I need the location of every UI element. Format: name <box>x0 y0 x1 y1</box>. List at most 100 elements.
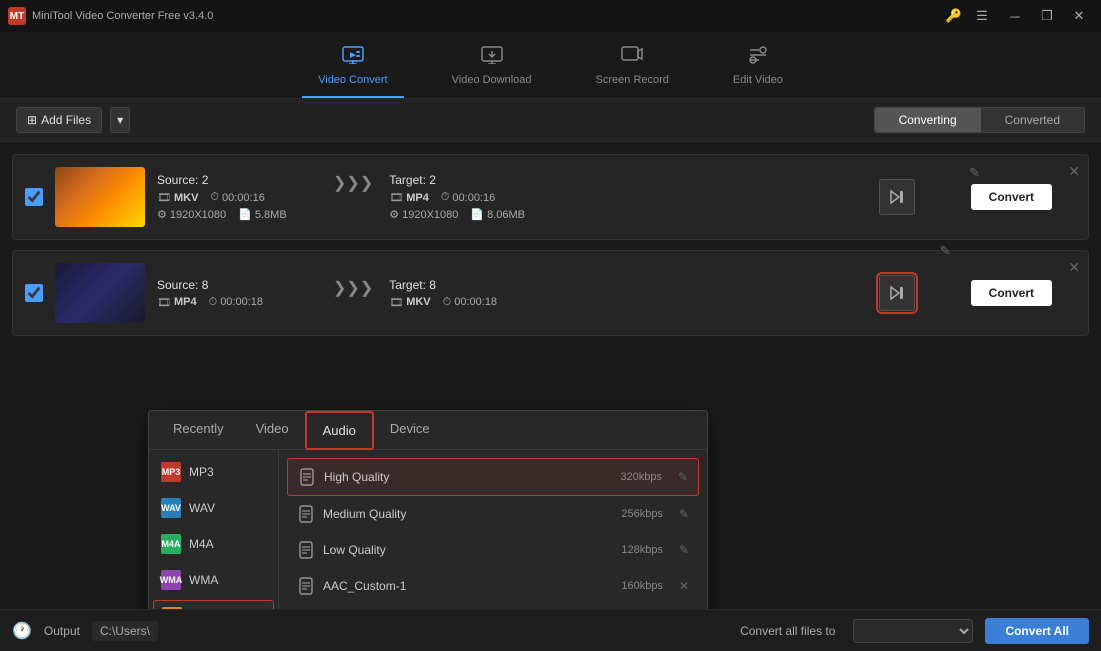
file-card-1: ✕ Source: 2 🎞 MKV ⏱ 00:00:16 <box>12 154 1089 240</box>
tab-converted[interactable]: Converted <box>981 108 1084 132</box>
screen-record-icon <box>621 46 643 70</box>
file-info-1: Source: 2 🎞 MKV ⏱ 00:00:16 <box>157 173 1076 221</box>
dropdown-tab-audio[interactable]: Audio <box>305 411 374 450</box>
target-size-1: 📄 8.06MB <box>470 208 525 221</box>
source-meta-2: 🎞 MP4 ⏱ 00:00:18 <box>157 296 317 309</box>
format-item-aac[interactable]: AAC AAC <box>153 600 274 609</box>
source-format-1: 🎞 MKV <box>157 191 198 204</box>
file-card-2: ✕ Source: 8 🎞 MP4 ⏱ 00:00:18 <box>12 250 1089 336</box>
dropdown-tab-device[interactable]: Device <box>374 411 446 450</box>
settings-icon[interactable]: 🔑 <box>943 5 965 27</box>
file-card-2-checkbox[interactable] <box>25 284 43 302</box>
add-files-label: Add Files <box>41 113 91 127</box>
dropdown-tab-recently[interactable]: Recently <box>157 411 240 450</box>
target-edit-icon-1[interactable]: ✎ <box>969 165 980 181</box>
add-icon: ⊞ <box>27 113 37 127</box>
source-meta-1b: ⚙ 1920X1080 📄 5.8MB <box>157 208 317 221</box>
clock-output-icon[interactable]: 🕐 <box>12 621 32 641</box>
quality-delete-custom1[interactable]: ✕ <box>679 579 689 593</box>
nav-item-screen-record[interactable]: Screen Record <box>580 40 685 98</box>
wma-icon: WMA <box>161 570 181 590</box>
target-edit-icon-2[interactable]: ✎ <box>940 243 951 259</box>
quality-item-custom1[interactable]: AAC_Custom-1 160kbps ✕ <box>287 568 699 604</box>
nav-item-video-download[interactable]: Video Download <box>436 40 548 98</box>
format-dropdown: Recently Video Audio Device MP3 MP3 WAV … <box>148 410 708 609</box>
convert-all-button[interactable]: Convert All <box>985 618 1089 644</box>
quality-edit-high[interactable]: ✎ <box>678 470 688 484</box>
aac-icon: AAC <box>162 607 182 609</box>
clock-icon-2: ⏱ <box>209 296 218 309</box>
quality-name-low: Low Quality <box>323 543 613 557</box>
film-icon-2: 🎞 <box>157 296 171 309</box>
target-format-1: 🎞 MP4 <box>389 191 429 204</box>
convert-all-select[interactable] <box>853 619 973 643</box>
target-preview-btn-2[interactable] <box>879 275 915 311</box>
nav-item-edit-video[interactable]: Edit Video <box>717 40 799 98</box>
quality-item-medium[interactable]: Medium Quality 256kbps ✎ <box>287 496 699 532</box>
tab-group: Converting Converted <box>874 107 1085 133</box>
file-card-2-close[interactable]: ✕ <box>1068 259 1080 276</box>
add-files-button[interactable]: ⊞ Add Files <box>16 107 102 133</box>
target-label-2: Target: 8 <box>389 278 549 292</box>
quality-edit-low[interactable]: ✎ <box>679 543 689 557</box>
target-duration-2: ⏱ 00:00:18 <box>443 296 497 309</box>
quality-name-medium: Medium Quality <box>323 507 613 521</box>
convert-button-2[interactable]: Convert <box>971 280 1052 306</box>
title-bar: MT MiniTool Video Converter Free v3.4.0 … <box>0 0 1101 32</box>
quality-bitrate-medium: 256kbps <box>621 508 663 520</box>
m4a-icon: M4A <box>161 534 181 554</box>
wma-label: WMA <box>189 573 218 587</box>
format-item-wav[interactable]: WAV WAV <box>149 490 278 526</box>
source-duration-2: ⏱ 00:00:18 <box>209 296 263 309</box>
quality-file-icon-high <box>298 467 316 487</box>
target-meta-1: 🎞 MP4 ⏱ 00:00:16 <box>389 191 549 204</box>
quality-list: High Quality 320kbps ✎ Medium Quality 25… <box>279 450 707 609</box>
target-preview-btn-1[interactable] <box>879 179 915 215</box>
file-card-1-close[interactable]: ✕ <box>1068 163 1080 180</box>
source-block-1: Source: 2 🎞 MKV ⏱ 00:00:16 <box>157 173 317 221</box>
convert-button-1[interactable]: Convert <box>971 184 1052 210</box>
nav-label-video-download: Video Download <box>452 74 532 86</box>
file-actions-1: ✎ <box>879 179 915 215</box>
quality-item-low[interactable]: Low Quality 128kbps ✎ <box>287 532 699 568</box>
arrow-2: ❯❯❯ <box>325 278 381 298</box>
film-icon-1: 🎞 <box>157 191 171 204</box>
nav-bar: Video Convert Video Download Screen Reco… <box>0 32 1101 99</box>
format-item-m4a[interactable]: M4A M4A <box>149 526 278 562</box>
tab-converting[interactable]: Converting <box>875 108 981 132</box>
quality-name-custom1: AAC_Custom-1 <box>323 579 613 593</box>
wav-icon: WAV <box>161 498 181 518</box>
source-label-1: Source: 2 <box>157 173 317 187</box>
minimize-button[interactable]: ─ <box>1001 5 1029 27</box>
file-actions-2: ✎ <box>879 275 915 311</box>
close-button[interactable]: ✕ <box>1065 5 1093 27</box>
format-item-mp3[interactable]: MP3 MP3 <box>149 454 278 490</box>
target-meta-2: 🎞 MKV ⏱ 00:00:18 <box>389 296 549 309</box>
nav-item-video-convert[interactable]: Video Convert <box>302 40 404 98</box>
nav-label-video-convert: Video Convert <box>318 74 388 86</box>
quality-item-high[interactable]: High Quality 320kbps ✎ <box>287 458 699 496</box>
output-label: Output <box>44 624 80 638</box>
source-meta-1: 🎞 MKV ⏱ 00:00:16 <box>157 191 317 204</box>
dropdown-tabs: Recently Video Audio Device <box>149 411 707 450</box>
quality-bitrate-high: 320kbps <box>620 471 662 483</box>
video-convert-icon <box>342 46 364 70</box>
arrow-1: ❯❯❯ <box>325 173 381 193</box>
quality-bitrate-custom1: 160kbps <box>621 580 663 592</box>
quality-edit-medium[interactable]: ✎ <box>679 507 689 521</box>
format-item-wma[interactable]: WMA WMA <box>149 562 278 598</box>
file-thumb-2 <box>55 263 145 323</box>
file-card-1-checkbox[interactable] <box>25 188 43 206</box>
quality-file-icon-custom1 <box>297 576 315 596</box>
quality-item-custom2[interactable]: AAC_Custom-2 160kbps ✕ <box>287 604 699 609</box>
dropdown-tab-video[interactable]: Video <box>240 411 305 450</box>
add-files-dropdown-button[interactable]: ▾ <box>110 107 130 133</box>
video-download-icon <box>481 46 503 70</box>
menu-icon[interactable]: ☰ <box>971 5 993 27</box>
file-thumb-1 <box>55 167 145 227</box>
res-icon-target-1: ⚙ <box>389 208 399 221</box>
clock-icon-1: ⏱ <box>210 191 219 204</box>
toolbar: ⊞ Add Files ▾ Converting Converted <box>0 99 1101 142</box>
format-list: MP3 MP3 WAV WAV M4A M4A WMA WMA <box>149 450 279 609</box>
restore-button[interactable]: ❐ <box>1033 5 1061 27</box>
